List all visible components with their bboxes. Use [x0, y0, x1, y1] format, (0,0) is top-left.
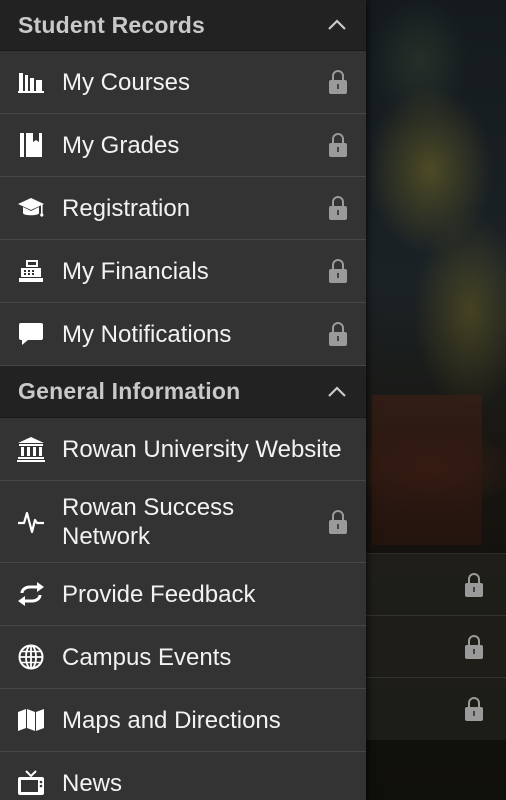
menu-item-label: My Courses: [62, 68, 191, 96]
sync-arrows-icon: [16, 579, 46, 609]
graduation-cap-icon: [16, 193, 46, 223]
lock-icon: [328, 509, 348, 535]
menu-item-rowan-success-network[interactable]: Rowan Success Network: [0, 481, 366, 563]
lock-icon: [464, 696, 484, 722]
map-icon: [16, 705, 46, 735]
lock-icon: [328, 258, 348, 284]
menu-item-news[interactable]: News: [0, 752, 366, 800]
menu-item-label: My Financials: [62, 257, 209, 285]
menu-item-label: My Grades: [62, 131, 180, 159]
lock-icon: [464, 572, 484, 598]
background-list-row: [366, 677, 506, 740]
menu-item-label: Registration: [62, 194, 191, 222]
tv-icon: [16, 768, 46, 798]
menu-item-label: Rowan University Website: [62, 435, 342, 463]
lock-icon: [328, 321, 348, 347]
bank-icon: [16, 434, 46, 464]
app-screen: Student Records My Courses My Grades Reg…: [0, 0, 506, 800]
menu-item-rowan-university-website[interactable]: Rowan University Website: [0, 418, 366, 481]
menu-item-my-financials[interactable]: My Financials: [0, 240, 366, 303]
menu-item-maps-and-directions[interactable]: Maps and Directions: [0, 689, 366, 752]
chevron-up-icon[interactable]: [326, 14, 348, 36]
menu-item-my-notifications[interactable]: My Notifications: [0, 303, 366, 366]
menu-item-registration[interactable]: Registration: [0, 177, 366, 240]
books-icon: [16, 67, 46, 97]
navigation-drawer: Student Records My Courses My Grades Reg…: [0, 0, 366, 800]
background-list-row: [366, 553, 506, 616]
menu-item-label: My Notifications: [62, 320, 232, 348]
lock-icon: [464, 634, 484, 660]
globe-icon: [16, 642, 46, 672]
menu-item-label: Maps and Directions: [62, 706, 281, 734]
chat-bubble-icon: [16, 319, 46, 349]
lock-icon: [328, 132, 348, 158]
background-building: [372, 395, 482, 545]
cash-register-icon: [16, 256, 46, 286]
menu-item-my-grades[interactable]: My Grades: [0, 114, 366, 177]
section-header-student-records[interactable]: Student Records: [0, 0, 366, 51]
menu-item-campus-events[interactable]: Campus Events: [0, 626, 366, 689]
menu-item-provide-feedback[interactable]: Provide Feedback: [0, 563, 366, 626]
section-title: General Information: [18, 378, 241, 404]
menu-item-label: News: [62, 769, 123, 797]
chevron-up-icon[interactable]: [326, 381, 348, 403]
menu-item-label: Rowan Success Network: [62, 493, 235, 550]
pulse-icon: [16, 507, 46, 537]
section-header-general-information[interactable]: General Information: [0, 366, 366, 418]
section-title: Student Records: [18, 11, 206, 38]
menu-item-my-courses[interactable]: My Courses: [0, 51, 366, 114]
background-list-row: [366, 615, 506, 678]
notebook-icon: [16, 130, 46, 160]
menu-item-label: Campus Events: [62, 643, 232, 671]
menu-item-label: Provide Feedback: [62, 580, 256, 608]
lock-icon: [328, 195, 348, 221]
lock-icon: [328, 69, 348, 95]
